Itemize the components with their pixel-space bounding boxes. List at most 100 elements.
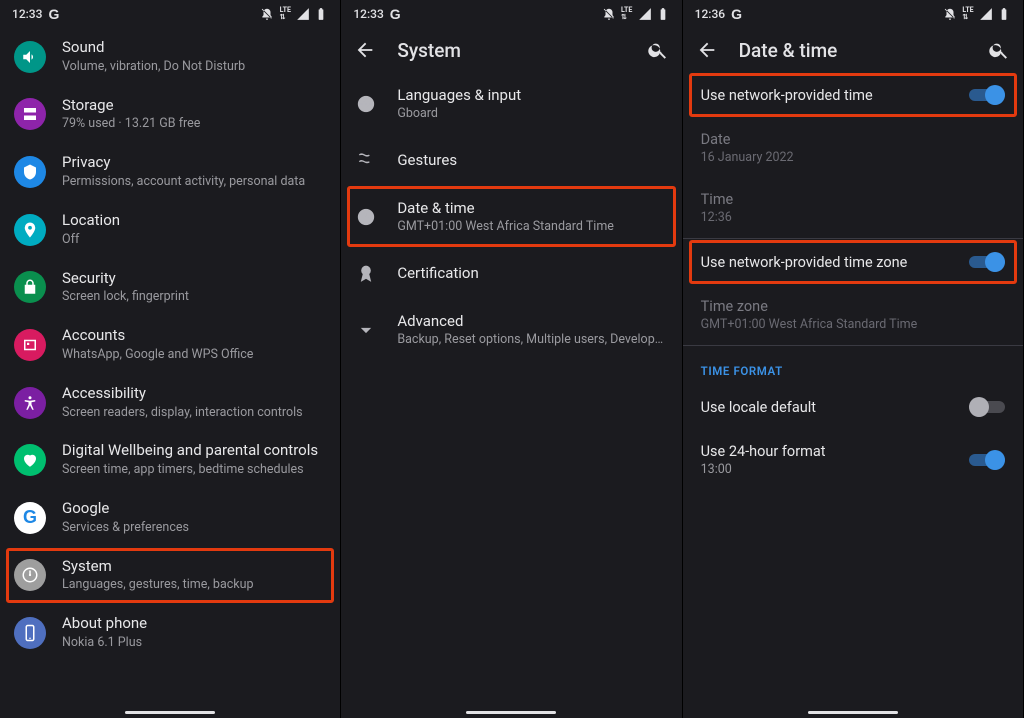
time-row: Time12:36 [683, 178, 1023, 238]
privacy-icon [14, 156, 46, 188]
section-header: TIME FORMAT [683, 346, 1023, 384]
network-timezone-toggle[interactable]: Use network-provided time zone [683, 239, 1023, 285]
signal-icon [979, 7, 993, 21]
battery-icon [656, 7, 670, 21]
row-title: Time zone [701, 298, 1005, 315]
lte-icon: LTE⇅ [961, 7, 975, 21]
settings-item-about[interactable]: About phone Nokia 6.1 Plus [0, 604, 340, 662]
row-sub: Services & preferences [62, 520, 326, 537]
row-title: About phone [62, 614, 326, 633]
gestures-icon [355, 149, 377, 171]
settings-item-location[interactable]: Location Off [0, 201, 340, 259]
settings-item-system[interactable]: SystemLanguages, gestures, time, backup [0, 547, 340, 605]
system-list[interactable]: Languages & input Gboard Gestures Date & … [341, 72, 681, 718]
about-icon [14, 617, 46, 649]
switch[interactable] [969, 450, 1005, 470]
dnd-icon [260, 7, 274, 21]
system-panel: 12:33 G LTE⇅ System Languages & inputGbo… [341, 0, 682, 718]
row-title: Digital Wellbeing and parental controls [62, 441, 326, 460]
clock-icon [355, 206, 377, 228]
settings-item-storage[interactable]: Storage79% used · 13.21 GB free [0, 86, 340, 144]
page-title: System [397, 39, 625, 62]
system-item-advanced[interactable]: AdvancedBackup, Reset options, Multiple … [341, 298, 681, 361]
nav-bar-pill[interactable] [808, 711, 898, 714]
row-title: System [62, 557, 326, 576]
settings-item-google[interactable]: G GoogleServices & preferences [0, 489, 340, 547]
search-button[interactable] [987, 38, 1011, 62]
system-item-certification[interactable]: Certification [341, 248, 681, 298]
nav-bar-pill[interactable] [125, 711, 215, 714]
status-bar: 12:33 G LTE⇅ [0, 0, 340, 28]
clock: 12:33 [353, 7, 383, 21]
row-sub: GMT+01:00 West Africa Standard Time [701, 317, 1005, 332]
google-icon: G [731, 6, 742, 22]
lte-icon: LTE⇅ [278, 7, 292, 21]
row-sub: 13:00 [701, 462, 955, 477]
dnd-icon [943, 7, 957, 21]
row-title: Certification [397, 264, 667, 282]
settings-list[interactable]: Sound Volume, vibration, Do Not Disturb S… [0, 28, 340, 718]
settings-item-privacy[interactable]: Privacy Permissions, account activity, pe… [0, 143, 340, 201]
status-bar: 12:36 G LTE⇅ [683, 0, 1023, 28]
row-sub: 16 January 2022 [701, 150, 1005, 165]
page-title: Date & time [739, 39, 967, 62]
row-sub: Nokia 6.1 Plus [62, 635, 326, 652]
row-title: Use network-provided time [701, 87, 955, 104]
row-sub: Off [62, 232, 326, 249]
row-title: Date & time [397, 199, 667, 217]
google-icon: G [48, 6, 59, 22]
system-icon [14, 559, 46, 591]
settings-item-security[interactable]: SecurityScreen lock, fingerprint [0, 259, 340, 317]
row-title: Privacy [62, 153, 326, 172]
signal-icon [638, 7, 652, 21]
row-title: Location [62, 211, 326, 230]
security-icon [14, 271, 46, 303]
accounts-icon [14, 329, 46, 361]
row-title: Languages & input [397, 86, 667, 104]
certification-icon [355, 262, 377, 284]
back-button[interactable] [695, 38, 719, 62]
settings-item-wellbeing[interactable]: Digital Wellbeing and parental controlsS… [0, 431, 340, 489]
row-title: Use 24-hour format [701, 443, 955, 460]
row-title: Gestures [397, 151, 667, 169]
clock: 12:33 [12, 7, 42, 21]
signal-icon [296, 7, 310, 21]
row-title: Use network-provided time zone [701, 254, 955, 271]
settings-item-sound[interactable]: Sound Volume, vibration, Do Not Disturb [0, 28, 340, 86]
locale-default-toggle[interactable]: Use locale default [683, 384, 1023, 430]
settings-item-accessibility[interactable]: AccessibilityScreen readers, display, in… [0, 374, 340, 432]
row-sub: Backup, Reset options, Multiple users, D… [397, 332, 667, 347]
app-bar: Date & time [683, 28, 1023, 72]
row-title: Accounts [62, 326, 326, 345]
sound-icon [14, 41, 46, 73]
nav-bar-pill[interactable] [466, 711, 556, 714]
switch[interactable] [969, 397, 1005, 417]
datetime-list[interactable]: Use network-provided time Date 16 January… [683, 72, 1023, 718]
row-sub: WhatsApp, Google and WPS Office [62, 347, 326, 364]
row-sub: Screen readers, display, interaction con… [62, 405, 326, 422]
row-sub: Screen lock, fingerprint [62, 289, 326, 306]
row-title: Date [701, 131, 1005, 148]
settings-item-accounts[interactable]: Accounts WhatsApp, Google and WPS Office [0, 316, 340, 374]
row-sub: Gboard [397, 106, 667, 121]
globe-icon [355, 93, 377, 115]
lte-icon: LTE⇅ [620, 7, 634, 21]
network-time-toggle[interactable]: Use network-provided time [683, 72, 1023, 118]
storage-icon [14, 98, 46, 130]
system-item-languages[interactable]: Languages & input Gboard [341, 72, 681, 135]
search-button[interactable] [646, 38, 670, 62]
wellbeing-icon [14, 444, 46, 476]
row-title: Sound [62, 38, 326, 57]
accessibility-icon [14, 387, 46, 419]
google-logo-icon: G [14, 502, 46, 534]
row-sub: Permissions, account activity, personal … [62, 174, 326, 191]
row-sub: Volume, vibration, Do Not Disturb [62, 59, 326, 76]
switch[interactable] [969, 252, 1005, 272]
chevron-down-icon [355, 319, 377, 341]
24hour-toggle[interactable]: Use 24-hour format 13:00 [683, 430, 1023, 490]
system-item-datetime[interactable]: Date & timeGMT+01:00 West Africa Standar… [341, 185, 681, 248]
switch[interactable] [969, 85, 1005, 105]
row-sub: 79% used · 13.21 GB free [62, 116, 326, 133]
back-button[interactable] [353, 38, 377, 62]
system-item-gestures[interactable]: Gestures [341, 135, 681, 185]
